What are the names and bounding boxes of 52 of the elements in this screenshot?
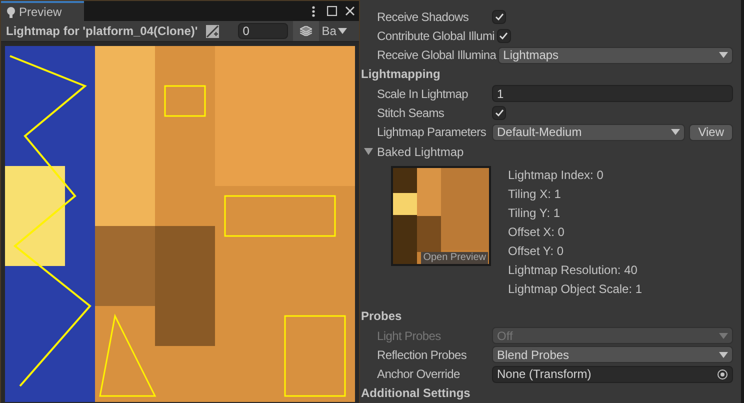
lightmap-info-text: Lightmap Resolution: 40 xyxy=(508,262,638,279)
object-field[interactable]: None (Transform) xyxy=(492,366,733,383)
caret-icon xyxy=(719,52,728,58)
section-header: Probes xyxy=(361,308,402,326)
property-label: Reflection Probes xyxy=(376,346,468,364)
property-label: Stitch Seams xyxy=(376,104,446,122)
layers-icon xyxy=(300,26,312,36)
view-button[interactable]: View xyxy=(689,124,733,141)
checkbox[interactable] xyxy=(492,10,506,24)
target-icon[interactable] xyxy=(717,368,728,380)
layers-button[interactable] xyxy=(292,21,319,41)
section-header: Additional Settings xyxy=(361,385,470,402)
property-label: Receive Global Illumina xyxy=(376,47,498,64)
input-field[interactable]: 1 xyxy=(492,85,733,102)
checkmark-icon xyxy=(494,108,504,117)
dropdown[interactable]: Default-Medium xyxy=(492,124,686,141)
checkbox[interactable] xyxy=(492,106,506,120)
checkmark-icon xyxy=(499,32,508,40)
caret-icon xyxy=(338,28,348,34)
caret-icon xyxy=(671,129,680,136)
property-label: Lightmap Parameters xyxy=(376,124,488,142)
lightmap-thumbnail[interactable] xyxy=(393,168,489,264)
open-preview-label[interactable]: Open Preview xyxy=(421,252,488,264)
property-label: Anchor Override xyxy=(376,366,461,384)
channel-dropdown[interactable]: Ba xyxy=(322,22,348,40)
dropdown[interactable]: Lightmaps xyxy=(498,46,733,64)
property-label: Contribute Global Illumi xyxy=(376,28,496,45)
checkmark-icon xyxy=(494,12,504,21)
image-edit-icon[interactable] xyxy=(206,24,219,38)
caret-icon xyxy=(719,332,728,339)
maximize-icon[interactable] xyxy=(327,6,337,16)
foldout-arrow-icon[interactable] xyxy=(364,147,373,156)
property-label: Receive Shadows xyxy=(376,8,470,26)
lightmap-info-text: Tiling Y: 1 xyxy=(508,204,562,222)
lightbulb-icon xyxy=(7,6,15,18)
more-options-icon[interactable] xyxy=(312,6,315,16)
property-label: Scale In Lightmap xyxy=(376,86,469,103)
lightmap-info-text: Offset X: 0 xyxy=(508,224,566,241)
close-icon[interactable] xyxy=(345,6,355,16)
lightmap-info-text: Lightmap Index: 0 xyxy=(508,166,604,184)
preview-tab[interactable]: Preview xyxy=(1,1,84,21)
caret-icon xyxy=(719,352,728,358)
section-header: Lightmapping xyxy=(361,66,440,84)
foldout-label[interactable]: Baked Lightmap xyxy=(377,142,464,161)
checkbox[interactable] xyxy=(496,28,511,43)
dropdown[interactable]: Blend Probes xyxy=(492,346,733,364)
lightmap-info-text: Lightmap Object Scale: 1 xyxy=(508,280,642,298)
index-field[interactable]: 0 xyxy=(238,23,288,39)
preview-title: Lightmap for 'platform_04(Clone)' xyxy=(5,23,198,40)
property-label: Light Probes xyxy=(376,328,442,345)
lightmap-info-text: Offset Y: 0 xyxy=(508,242,565,260)
lightmap-info-text: Tiling X: 1 xyxy=(508,186,562,203)
